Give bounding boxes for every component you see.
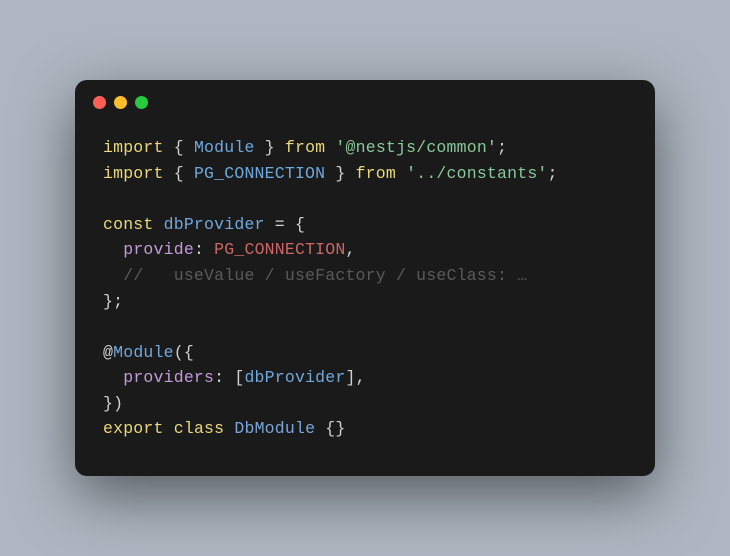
code-token: dbProvider	[164, 215, 265, 234]
code-token: provide	[123, 240, 194, 259]
code-line: };	[103, 289, 627, 315]
code-line	[103, 186, 627, 212]
code-token: export	[103, 419, 164, 438]
code-token: Module	[113, 343, 174, 362]
close-icon[interactable]	[93, 96, 106, 109]
maximize-icon[interactable]	[135, 96, 148, 109]
code-token: }	[255, 138, 285, 157]
minimize-icon[interactable]	[114, 96, 127, 109]
code-token: ;	[548, 164, 558, 183]
code-token: const	[103, 215, 154, 234]
code-line: @Module({	[103, 340, 627, 366]
code-token: ,	[345, 240, 355, 259]
code-token	[224, 419, 234, 438]
code-token: PG_CONNECTION	[214, 240, 345, 259]
code-token	[164, 419, 174, 438]
code-token: }	[325, 164, 355, 183]
code-window: import { Module } from '@nestjs/common';…	[75, 80, 655, 476]
code-token: {	[164, 164, 194, 183]
code-line: const dbProvider = {	[103, 212, 627, 238]
code-token	[396, 164, 406, 183]
code-token: dbProvider	[244, 368, 345, 387]
code-token: class	[174, 419, 225, 438]
code-line: import { Module } from '@nestjs/common';	[103, 135, 627, 161]
code-token: })	[103, 394, 123, 413]
code-token	[103, 266, 123, 285]
code-token: };	[103, 292, 123, 311]
code-token	[103, 240, 123, 259]
code-token: @	[103, 343, 113, 362]
code-token: {}	[315, 419, 345, 438]
code-token: {	[164, 138, 194, 157]
code-token: DbModule	[234, 419, 315, 438]
code-token: :	[194, 240, 214, 259]
code-token: : [	[214, 368, 244, 387]
code-line: providers: [dbProvider],	[103, 365, 627, 391]
code-token: '../constants'	[406, 164, 547, 183]
code-token: from	[285, 138, 325, 157]
code-token: from	[356, 164, 396, 183]
code-token: import	[103, 138, 164, 157]
code-line: // useValue / useFactory / useClass: …	[103, 263, 627, 289]
code-token	[325, 138, 335, 157]
code-token: = {	[265, 215, 305, 234]
code-block: import { Module } from '@nestjs/common';…	[75, 117, 655, 476]
code-line: export class DbModule {}	[103, 416, 627, 442]
code-line: import { PG_CONNECTION } from '../consta…	[103, 161, 627, 187]
code-token: '@nestjs/common'	[335, 138, 497, 157]
code-token: ],	[345, 368, 365, 387]
code-token: Module	[194, 138, 255, 157]
code-token: // useValue / useFactory / useClass: …	[123, 266, 527, 285]
code-line	[103, 314, 627, 340]
window-titlebar	[75, 80, 655, 117]
code-line: })	[103, 391, 627, 417]
code-token: providers	[123, 368, 214, 387]
code-token: ;	[497, 138, 507, 157]
code-token	[103, 368, 123, 387]
code-token: import	[103, 164, 164, 183]
code-token: ({	[174, 343, 194, 362]
code-line: provide: PG_CONNECTION,	[103, 237, 627, 263]
code-token: PG_CONNECTION	[194, 164, 325, 183]
code-token	[154, 215, 164, 234]
